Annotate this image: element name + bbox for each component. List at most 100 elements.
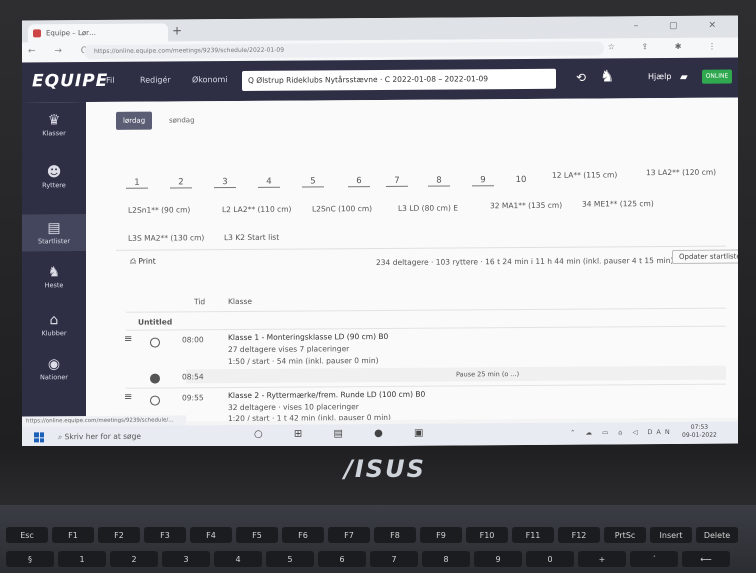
tab-title: Equipe – Lør… — [46, 28, 97, 38]
sidebar-item-clubs[interactable]: ⌂ Klubber — [22, 312, 86, 337]
favicon-icon — [33, 29, 41, 38]
class-link[interactable]: L2SnC (100 cm) — [312, 204, 372, 213]
taskbar-search-input[interactable]: ⌕ Skriv her for at søge — [54, 428, 224, 445]
keyboard-key[interactable]: 4 — [214, 551, 262, 567]
taskbar-search-placeholder: Skriv her for at søge — [64, 431, 142, 442]
window-controls[interactable]: – ▢ ✕ — [634, 21, 730, 32]
class-link[interactable]: L2 LA2** (110 cm) — [222, 205, 291, 214]
keyboard-key[interactable]: 6 — [318, 551, 366, 567]
keyboard-key[interactable]: 5 — [266, 551, 314, 567]
class-link[interactable]: 12 LA** (115 cm) — [552, 170, 617, 179]
browser-toolbar-icons[interactable]: ☆ ⇪ ✱ ⋮ — [608, 42, 728, 52]
drag-handle-icon[interactable]: ≡ — [124, 392, 132, 403]
new-tab-icon[interactable]: + — [172, 23, 182, 37]
sidebar-item-nations[interactable]: ◉ Nationer — [22, 356, 86, 381]
keyboard-key[interactable]: 7 — [370, 551, 418, 567]
class-link[interactable]: 13 LA2** (120 cm) — [646, 168, 716, 177]
keyboard-key[interactable]: F3 — [144, 527, 186, 543]
column-header-time: Tid — [194, 297, 206, 307]
class-detail: 1:20 / start · 1 t 42 min (inkl. pauser … — [228, 412, 391, 423]
update-startlists-button[interactable]: Opdater startlister — [672, 249, 738, 264]
keyboard-key[interactable]: F12 — [558, 527, 600, 543]
keyboard-key[interactable]: F4 — [190, 527, 232, 543]
class-link[interactable]: 9 — [472, 175, 494, 187]
keyboard-key[interactable]: § — [6, 551, 54, 567]
keyboard-key[interactable]: F9 — [420, 527, 462, 543]
keyboard-key[interactable]: F11 — [512, 527, 554, 543]
keyboard-key[interactable]: F10 — [466, 527, 508, 543]
search-icon: ⌕ — [58, 432, 65, 442]
keyboard-key[interactable]: F2 — [98, 527, 140, 543]
sidebar-item-label: Nationer — [40, 373, 68, 382]
pause-label: Pause 25 min (o ...) — [456, 370, 520, 379]
menu-edit[interactable]: Redigér — [140, 75, 171, 84]
chat-icon[interactable]: ▰ — [680, 72, 688, 83]
keyboard-key[interactable]: F7 — [328, 527, 370, 543]
event-search-input[interactable]: Q Ølstrup Rideklubs Nytårsstævne · C 202… — [242, 68, 556, 91]
class-link[interactable]: L3S MA2** (130 cm) — [128, 233, 204, 243]
horse-logo-icon[interactable]: ♞ — [600, 66, 614, 85]
class-title[interactable]: Klasse 2 - Ryttermærke/frem. Runde LD (1… — [228, 390, 425, 400]
class-link[interactable]: 5 — [302, 176, 324, 188]
keyboard-key[interactable]: 1 — [58, 551, 106, 567]
class-link[interactable]: L2Sn1** (90 cm) — [128, 205, 190, 214]
sidebar-item-startlists[interactable]: ▤ Startlister — [22, 214, 86, 252]
class-link[interactable]: 32 MA1** (135 cm) — [490, 201, 562, 211]
keyboard-key[interactable]: 0 — [526, 551, 574, 567]
keyboard-key[interactable]: F6 — [282, 527, 324, 543]
keyboard-key[interactable]: 9 — [474, 551, 522, 567]
keyboard-key[interactable]: ⟵ — [682, 551, 730, 567]
sidebar-item-horses[interactable]: ♞ Heste — [22, 264, 86, 289]
class-link[interactable]: L3 LD (80 cm) E — [398, 203, 458, 212]
keyboard-key[interactable]: 2 — [110, 551, 158, 567]
browser-tab[interactable]: Equipe – Lør… — [28, 23, 168, 43]
keyboard-key[interactable]: PrtSc — [604, 527, 646, 543]
class-link[interactable]: 6 — [348, 176, 370, 188]
sidebar-item-classes[interactable]: ♛ Klasser — [22, 112, 86, 137]
laptop-keyboard: Esc F1 F2 F3 F4 F5 F6 F7 F8 F9 F10 F11 F12 PrtSc Inser… — [0, 505, 756, 573]
drag-handle-icon[interactable]: ≡ — [124, 334, 132, 345]
keyboard-key[interactable]: Esc — [6, 527, 48, 543]
keyboard-key[interactable]: Delete — [696, 527, 738, 543]
keyboard-key[interactable]: Insert — [650, 527, 692, 543]
tab-sunday[interactable]: søndag — [162, 111, 202, 129]
sidebar-item-riders[interactable]: ☻ Ryttere — [22, 164, 86, 189]
history-icon[interactable]: ⟲ — [576, 71, 586, 85]
keyboard-key[interactable]: ´ — [630, 551, 678, 567]
keyboard-key[interactable]: 8 — [422, 551, 470, 567]
url-field[interactable]: https://online.equipe.com/meetings/9239/… — [84, 41, 604, 60]
online-status-badge: ONLINE — [702, 69, 732, 84]
tab-saturday[interactable]: lørdag — [116, 111, 153, 130]
row-time: 08:54 — [182, 372, 204, 382]
class-title[interactable]: Klasse 1 - Monteringsklasse LD (90 cm) B… — [228, 332, 388, 342]
pause-clock-icon[interactable] — [150, 373, 160, 384]
menu-file[interactable]: Fil — [106, 76, 114, 85]
menu-economy[interactable]: Økonomi — [192, 75, 228, 84]
taskbar-apps[interactable]: ○ ⊞ ▤ ● ▣ — [254, 428, 437, 440]
system-tray[interactable]: ⌃ ☁ ▭ ⌂ ◁ DAN — [570, 428, 674, 437]
class-link[interactable]: 7 — [386, 175, 408, 187]
keyboard-key[interactable]: F8 — [374, 527, 416, 543]
keyboard-key[interactable]: + — [578, 551, 626, 567]
class-link[interactable]: 34 ME1** (125 cm) — [582, 199, 654, 209]
class-link[interactable]: 4 — [258, 176, 280, 188]
class-link[interactable]: 1 — [126, 177, 148, 189]
clock-icon[interactable] — [150, 337, 160, 348]
class-link[interactable]: L3 K2 Start list — [224, 233, 279, 242]
taskbar-clock[interactable]: 07:53 09-01-2022 — [682, 424, 717, 440]
windows-start-icon[interactable] — [34, 432, 44, 443]
keyboard-key[interactable]: F1 — [52, 527, 94, 543]
sidebar-item-label: Startlister — [37, 237, 71, 246]
divider — [126, 307, 726, 313]
keyboard-key[interactable]: F5 — [236, 527, 278, 543]
keyboard-function-row: Esc F1 F2 F3 F4 F5 F6 F7 F8 F9 F10 F11 F12 PrtSc Inser… — [6, 527, 738, 543]
clock-icon[interactable] — [150, 395, 160, 406]
class-link[interactable]: 2 — [170, 177, 192, 189]
class-link[interactable]: 8 — [428, 175, 450, 187]
sidebar-item-label: Ryttere — [42, 181, 66, 190]
print-button[interactable]: ⎙ Print — [130, 257, 156, 267]
help-button[interactable]: Hjælp — [648, 72, 671, 81]
class-link[interactable]: 10 — [510, 175, 532, 185]
keyboard-key[interactable]: 3 — [162, 551, 210, 567]
class-link[interactable]: 3 — [214, 177, 236, 189]
